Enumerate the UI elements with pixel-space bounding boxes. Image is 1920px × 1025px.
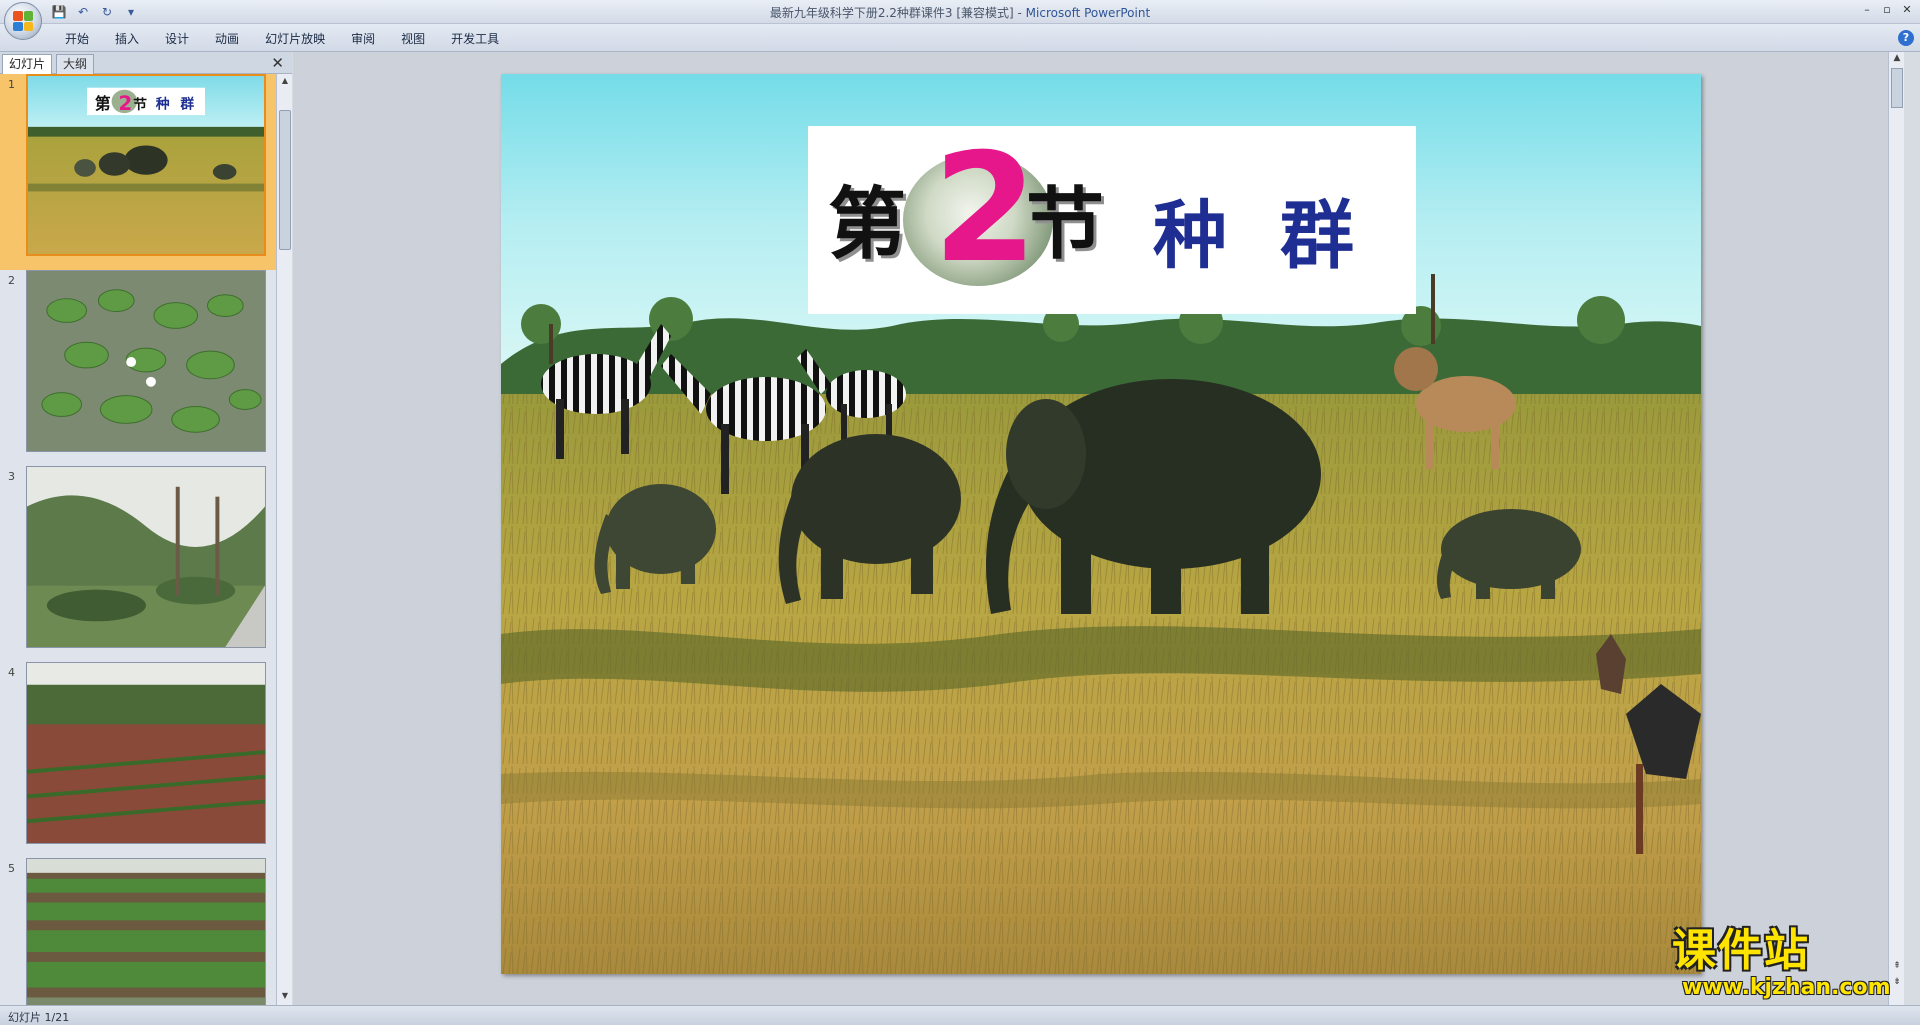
restore-button[interactable]: ▫ [1878, 2, 1896, 18]
pane-tabs: 幻灯片 大纲 ✕ [0, 52, 292, 74]
thumbnail-image-lily-pond [26, 270, 266, 452]
svg-text:第: 第 [95, 94, 111, 113]
editor-scrollbar[interactable]: ▲ ⇞ ⇟ [1888, 52, 1904, 1005]
slide-number: 3 [8, 470, 15, 483]
tab-review[interactable]: 审阅 [338, 30, 388, 48]
watermark-url: www.kjzhan.com [1682, 975, 1891, 1000]
title-number: 2 [933, 122, 1038, 296]
thumbnail-image-garden-path [26, 466, 266, 648]
slides-pane: 幻灯片 大纲 ✕ 1 第 2 节 种 群 2 3 4 5 ▲ ▼ [0, 52, 292, 1005]
tab-design[interactable]: 设计 [152, 30, 202, 48]
app-name: Microsoft PowerPoint [1025, 6, 1151, 20]
slide-number: 4 [8, 666, 15, 679]
tab-insert[interactable]: 插入 [102, 30, 152, 48]
title-bar: 💾 ↶ ↻ ▾ 最新九年级科学下册2.2种群课件3 [兼容模式] - Micro… [0, 0, 1920, 24]
tab-animations[interactable]: 动画 [202, 30, 252, 48]
help-icon[interactable]: ? [1898, 30, 1914, 46]
thumbnail-list: 1 第 2 节 种 群 2 3 4 5 [0, 74, 276, 1005]
scroll-thumb[interactable] [279, 110, 291, 250]
tab-outline[interactable]: 大纲 [56, 54, 95, 74]
slide-number: 2 [8, 274, 15, 287]
svg-text:群: 群 [179, 95, 194, 112]
ribbon: 开始 插入 设计 动画 幻灯片放映 审阅 视图 开发工具 ? [0, 24, 1920, 52]
status-bar: 幻灯片 1/21 [0, 1005, 1920, 1025]
slide-thumbnail-4[interactable]: 4 [0, 662, 276, 858]
scroll-up-icon[interactable]: ▲ [279, 76, 291, 88]
office-logo-icon [13, 11, 33, 31]
title-char-jie: 节 [1026, 179, 1105, 270]
tab-slideshow[interactable]: 幻灯片放映 [252, 30, 338, 48]
watermark-name: 课件站 [1672, 925, 1810, 976]
title-char-zhong: 种 [1153, 193, 1227, 279]
document-title: 最新九年级科学下册2.2种群课件3 [兼容模式] - [769, 6, 1026, 20]
slide-canvas[interactable]: 第 2 节 种 群 [501, 74, 1701, 974]
slide-thumbnail-1[interactable]: 1 第 2 节 种 群 [0, 74, 276, 270]
scroll-down-icon[interactable]: ▼ [279, 991, 291, 1003]
ribbon-tabs: 开始 插入 设计 动画 幻灯片放映 审阅 视图 开发工具 [52, 30, 512, 48]
tab-slides[interactable]: 幻灯片 [2, 54, 53, 74]
thumbnail-image-vegetable-rows [26, 858, 266, 1005]
minimize-button[interactable]: – [1858, 2, 1876, 18]
window-title: 最新九年级科学下册2.2种群课件3 [兼容模式] - Microsoft Pow… [0, 4, 1920, 21]
window-controls: – ▫ ✕ [1858, 2, 1916, 18]
svg-text:2: 2 [118, 92, 132, 115]
svg-text:种: 种 [155, 95, 170, 112]
thumbnail-image-farm-field [26, 662, 266, 844]
watermark-logo: 课件站 www.kjzhan.com [1668, 925, 1908, 1005]
thumbnail-image-savanna: 第 2 节 种 群 [26, 74, 266, 256]
office-button[interactable] [4, 2, 42, 40]
scroll-thumb[interactable] [1891, 68, 1903, 108]
tab-home[interactable]: 开始 [52, 30, 102, 48]
scroll-up-icon[interactable]: ▲ [1891, 53, 1903, 67]
thumbnail-scrollbar[interactable]: ▲ ▼ [276, 74, 292, 1005]
tab-developer[interactable]: 开发工具 [438, 30, 512, 48]
slide-counter: 幻灯片 1/21 [8, 1011, 70, 1024]
close-pane-icon[interactable]: ✕ [271, 54, 284, 72]
slide-title-box[interactable]: 第 2 节 种 群 [808, 126, 1416, 314]
slide-number: 1 [8, 78, 15, 91]
slide-thumbnail-3[interactable]: 3 [0, 466, 276, 662]
slide-thumbnail-2[interactable]: 2 [0, 270, 276, 466]
tab-view[interactable]: 视图 [388, 30, 438, 48]
svg-text:节: 节 [133, 96, 147, 113]
title-char-di: 第 [828, 179, 907, 270]
title-char-qun: 群 [1280, 193, 1354, 279]
close-button[interactable]: ✕ [1898, 2, 1916, 18]
slide-thumbnail-5[interactable]: 5 [0, 858, 276, 1005]
slide-number: 5 [8, 862, 15, 875]
slide-editor: 第 2 节 种 群 ▲ ⇞ ⇟ [293, 52, 1904, 1005]
